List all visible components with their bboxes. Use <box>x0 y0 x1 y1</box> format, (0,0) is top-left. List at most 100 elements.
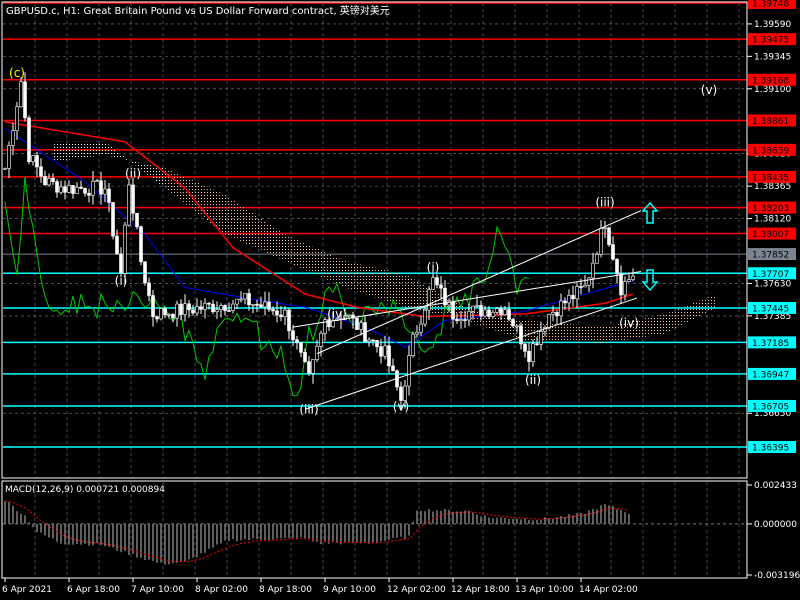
price-bar-body <box>255 304 259 306</box>
price-bar-body <box>95 180 99 182</box>
price-bar-body <box>283 309 287 318</box>
price-bar-body <box>487 309 491 317</box>
cloud-segment <box>53 141 105 162</box>
price-bar-body <box>535 343 539 346</box>
price-bar-body <box>403 385 407 401</box>
wave-label: (iii) <box>299 402 318 416</box>
price-bar-body <box>515 325 519 328</box>
price-bar-body <box>207 302 211 305</box>
price-bar-body <box>495 308 499 313</box>
price-bar-body <box>215 309 219 313</box>
price-bar-body <box>387 345 391 367</box>
price-bar-body <box>559 300 563 317</box>
price-bar-body <box>503 309 507 316</box>
price-bar-body <box>111 202 115 237</box>
wave-label: (i) <box>115 274 128 288</box>
cloud-segment <box>285 234 345 288</box>
price-bar-body <box>179 303 183 315</box>
price-bar-body <box>195 306 199 314</box>
price-bar-body <box>491 312 495 317</box>
wave-label: (i) <box>427 261 440 275</box>
price-bar-body <box>55 181 59 193</box>
support-price-label: 1.36395 <box>752 444 789 454</box>
time-label: 6 Apr 18:00 <box>67 585 120 595</box>
support-price-label: 1.36705 <box>752 402 789 412</box>
resistance-price-label: 1.38007 <box>752 230 789 240</box>
time-label: 12 Apr 02:00 <box>387 585 446 595</box>
time-label: 7 Apr 10:00 <box>131 585 184 595</box>
cloud-segment <box>405 274 465 321</box>
axis-tick-label: 1.37630 <box>754 279 791 289</box>
price-bar-body <box>139 226 143 263</box>
price-bar-body <box>463 319 467 321</box>
price-bar-body <box>235 298 239 305</box>
price-bar-body <box>607 227 611 245</box>
price-bar-body <box>279 314 283 318</box>
price-bar-body <box>359 322 363 330</box>
price-bar-body <box>99 180 103 195</box>
price-bar-body <box>171 313 175 319</box>
price-bar-body <box>219 305 223 310</box>
price-bar-body <box>539 331 543 345</box>
price-bar-body <box>591 262 595 279</box>
price-bar-body <box>127 184 131 226</box>
time-label: 8 Apr 02:00 <box>195 585 248 595</box>
price-bar-body <box>259 304 263 308</box>
support-price-label: 1.36947 <box>752 370 789 380</box>
price-bar-body <box>39 166 43 177</box>
price-bar-body <box>123 224 127 274</box>
price-bar-body <box>167 313 171 316</box>
price-bar-body <box>551 312 555 315</box>
price-bar-body <box>431 277 435 290</box>
macd-axis-label: -0.003196 <box>754 571 800 581</box>
wave-label: (v) <box>393 400 409 414</box>
price-bar-body <box>107 188 111 203</box>
price-chart[interactable]: (c) (ii) (i) (iii) (iv) (v) (i) (ii) (iii) (iv) (v… <box>0 0 800 600</box>
arrow-up-icon <box>641 201 659 224</box>
price-bar-body <box>115 235 119 255</box>
price-bar-body <box>531 343 535 362</box>
price-axis: 1.395901.393451.391001.386101.383651.381… <box>747 0 796 454</box>
price-bar-body <box>223 305 227 311</box>
price-bar-body <box>555 312 559 317</box>
time-label: 12 Apr 18:00 <box>451 585 510 595</box>
price-bar-body <box>71 185 75 194</box>
support-price-label: 1.37185 <box>752 339 789 349</box>
price-bar-body <box>331 320 335 328</box>
price-bar-body <box>627 279 631 282</box>
price-bar-body <box>439 284 443 289</box>
price-bar-body <box>263 301 267 308</box>
price-bar-body <box>83 188 87 194</box>
price-bar-body <box>599 228 603 255</box>
price-bar-body <box>187 303 191 311</box>
price-bar-body <box>151 295 155 317</box>
price-bar-body <box>51 178 55 182</box>
price-bar-body <box>11 130 15 146</box>
price-bar-body <box>371 339 375 342</box>
price-bar-body <box>375 340 379 347</box>
price-bar-body <box>31 155 35 163</box>
price-bar-body <box>231 303 235 311</box>
price-bar-body <box>271 309 275 312</box>
wave-label: (iv) <box>619 316 639 330</box>
price-bar-body <box>43 175 47 186</box>
price-bar-body <box>451 301 455 320</box>
price-bar-body <box>423 309 427 325</box>
price-bar-body <box>407 355 411 387</box>
price-bar-body <box>239 298 243 301</box>
price-bar-body <box>79 186 83 189</box>
price-bar-body <box>243 293 247 300</box>
resistance-price-label: 1.38861 <box>752 117 789 127</box>
support-price-label: 1.37707 <box>752 270 789 280</box>
price-bar-body <box>19 81 23 108</box>
price-bar-body <box>275 310 279 316</box>
price-bar-body <box>59 186 63 193</box>
resistance-price-label: 1.38435 <box>752 173 789 183</box>
price-bar-body <box>67 185 71 193</box>
price-bar-body <box>547 313 551 329</box>
price-bar-body <box>147 282 151 296</box>
macd-frame <box>1 480 748 579</box>
axis-tick-label: 1.39345 <box>754 52 791 62</box>
wave-label: (ii) <box>525 373 541 387</box>
price-bar-body <box>291 330 295 340</box>
